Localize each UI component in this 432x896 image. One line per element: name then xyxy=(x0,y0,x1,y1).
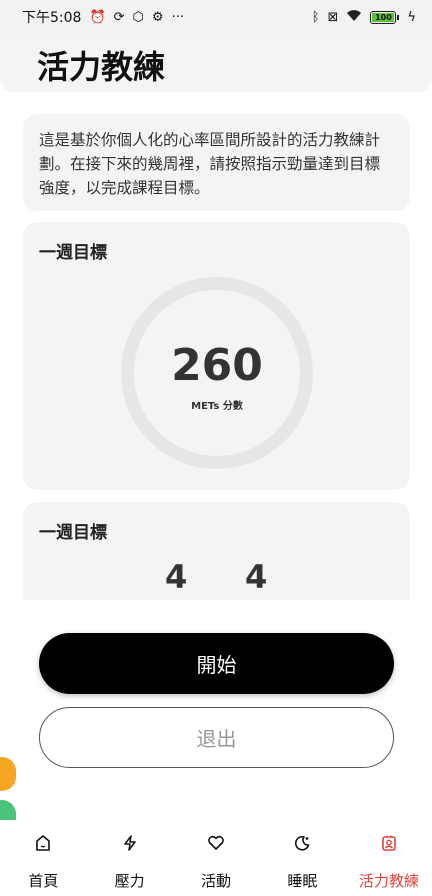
tab-home[interactable]: 首頁 xyxy=(0,820,86,896)
bottom-tab-bar: 首頁 壓力 活動 睡眠 活力教練 xyxy=(0,820,432,896)
moon-icon xyxy=(291,832,313,854)
charging-icon: ϟ xyxy=(407,9,416,25)
tab-coach-label: 活力教練 xyxy=(358,872,419,890)
status-left: 下午5:08 ⏰ ⟳ ⬡ ⚙ ··· xyxy=(22,7,184,27)
intro-text: 這是基於你個人化的心率區間所設計的活力教練計劃。在接下來的幾周裡，請按照指示勁量… xyxy=(39,131,381,197)
tab-home-label: 首頁 xyxy=(28,872,59,890)
intro-card: 這是基於你個人化的心率區間所設計的活力教練計劃。在接下來的幾周裡，請按照指示勁量… xyxy=(23,114,410,211)
start-button[interactable]: 開始 xyxy=(39,633,394,694)
tab-sleep-label: 睡眠 xyxy=(287,872,318,890)
tab-sleep[interactable]: 睡眠 xyxy=(259,820,345,896)
sim-off-icon: ⊠ xyxy=(327,9,339,25)
sync-icon: ⟳ xyxy=(113,9,125,25)
weekly-goal-card-2: 一週目標 4 4 xyxy=(23,502,410,600)
goal-stat-b: 4 xyxy=(245,558,268,596)
tab-stress-label: 壓力 xyxy=(114,872,145,890)
content-scroll-area[interactable]: 這是基於你個人化的心率區間所設計的活力教練計劃。在接下來的幾周裡，請按照指示勁量… xyxy=(0,92,432,600)
vpn-icon: ⬡ xyxy=(132,9,144,25)
page-header: 活力教練 xyxy=(0,34,432,92)
bluetooth-icon: ᛒ xyxy=(311,9,320,25)
lightning-icon xyxy=(119,832,141,854)
status-bar: 下午5:08 ⏰ ⟳ ⬡ ⚙ ··· ᛒ ⊠ 100 ϟ xyxy=(0,0,432,34)
coach-icon xyxy=(378,832,400,854)
heart-icon xyxy=(205,832,227,854)
more-dots-icon: ··· xyxy=(171,9,184,25)
tab-activity[interactable]: 活動 xyxy=(173,820,259,896)
wifi-icon xyxy=(346,9,362,25)
home-icon xyxy=(32,832,54,854)
mets-unit: METs 分數 xyxy=(191,401,243,412)
goal-stat-a: 4 xyxy=(165,558,188,596)
alarm-off-icon: ⏰ xyxy=(89,9,106,25)
status-right: ᛒ ⊠ 100 ϟ xyxy=(312,9,416,25)
weekly-goal-card: 一週目標 260 METs 分數 xyxy=(23,222,410,490)
tab-coach[interactable]: 活力教練 xyxy=(346,820,432,896)
mets-progress-ring: 260 METs 分數 xyxy=(121,277,313,469)
page-title: 活力教練 xyxy=(37,48,166,86)
weekly-goal-2-title: 一週目標 xyxy=(39,523,107,543)
battery-icon: 100 xyxy=(370,10,400,24)
floating-orange-button[interactable] xyxy=(0,757,16,791)
battery-level: 100 xyxy=(372,12,395,22)
weekly-goal-title: 一週目標 xyxy=(39,243,107,263)
tab-activity-label: 活動 xyxy=(201,872,232,890)
tab-stress[interactable]: 壓力 xyxy=(86,820,172,896)
exit-button[interactable]: 退出 xyxy=(39,707,394,768)
status-time: 下午5:08 xyxy=(22,10,82,26)
mets-value: 260 xyxy=(171,340,263,391)
settings-gear-icon: ⚙ xyxy=(151,9,164,25)
